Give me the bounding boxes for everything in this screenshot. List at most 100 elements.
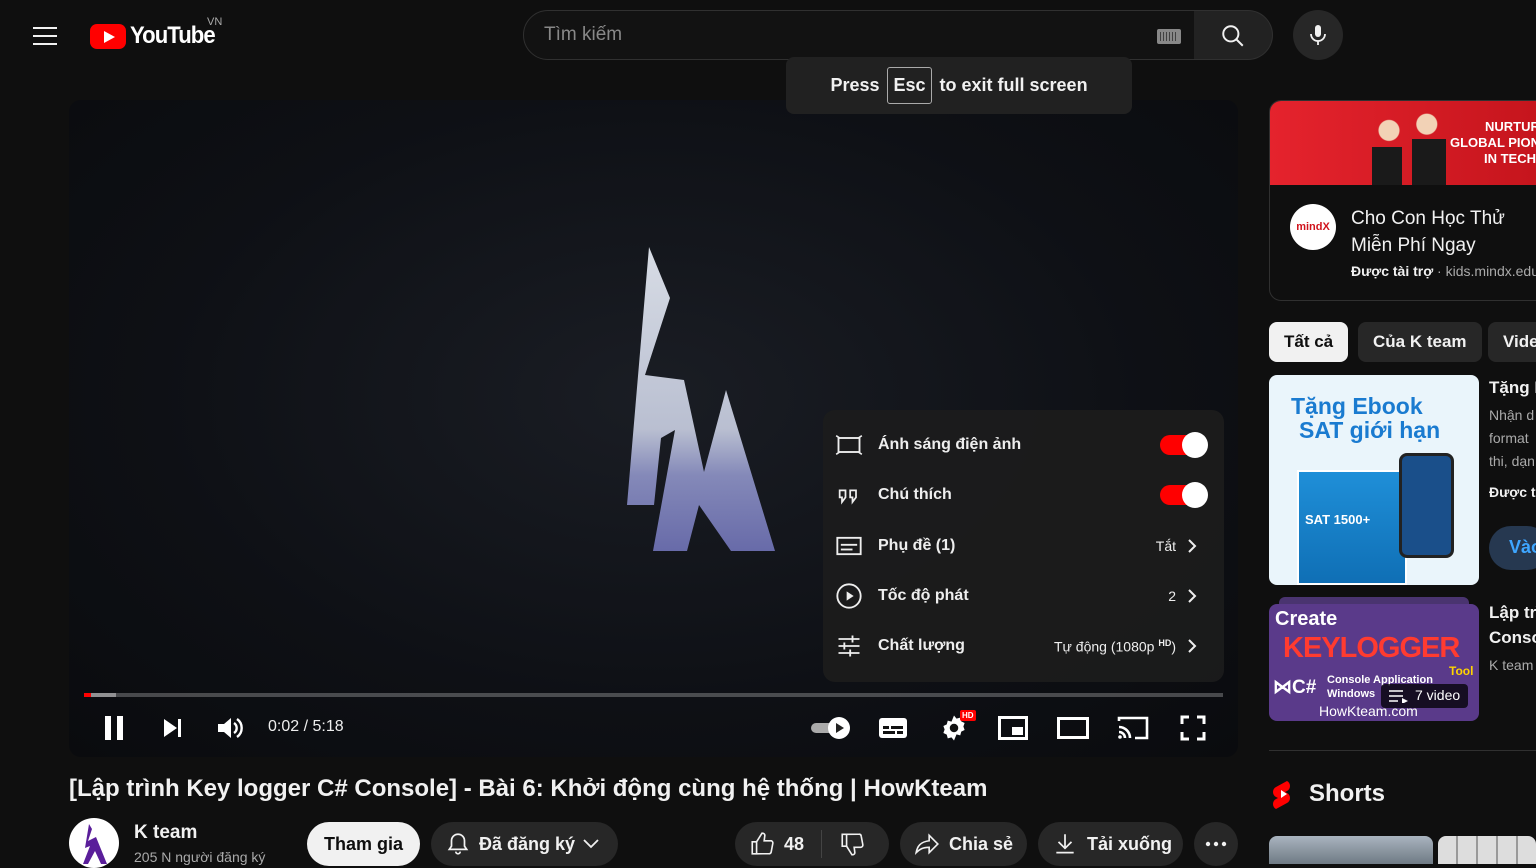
short-thumbnail-1[interactable] <box>1269 836 1433 864</box>
ambient-mode-icon <box>835 434 863 456</box>
shorts-icon <box>1273 781 1290 809</box>
theater-mode-icon <box>1057 717 1089 739</box>
rec1-cta-button[interactable]: Vào <box>1489 526 1536 570</box>
chip-video[interactable]: Video <box>1488 322 1536 362</box>
rec2-title-line1[interactable]: Lập trì <box>1489 603 1536 623</box>
playback-speed-label: Tốc độ phát <box>878 587 969 604</box>
quality-hd-superscript: HD <box>1158 637 1172 648</box>
voice-search-button[interactable] <box>1293 10 1343 60</box>
theater-mode-button[interactable] <box>1056 708 1090 748</box>
chip-from-channel[interactable]: Của K team <box>1358 322 1482 362</box>
thumb-book-image: SAT 1500+ <box>1297 470 1407 585</box>
rec1-title[interactable]: Tặng E <box>1489 378 1536 398</box>
fullscreen-icon <box>1180 715 1206 741</box>
share-label: Chia sẻ <box>949 833 1014 854</box>
settings-subtitles[interactable]: Phụ đề (1) Tắt <box>823 521 1224 571</box>
thumb-tool: Tool <box>1449 664 1474 678</box>
volume-button[interactable] <box>214 708 246 748</box>
rec1-desc-line2: format <box>1489 430 1529 446</box>
toast-suffix: to exit full screen <box>939 75 1088 95</box>
video-player[interactable]: Ánh sáng điện ảnh Chú thích Phụ đề (1) T… <box>69 100 1238 757</box>
settings-ambient-mode[interactable]: Ánh sáng điện ảnh <box>823 420 1224 470</box>
recommendation-thumbnail-keylogger[interactable]: Create KEYLOGGER Tool ⋈C# Console Applic… <box>1269 604 1479 721</box>
time-display: 0:02 / 5:18 <box>268 718 344 736</box>
share-icon <box>914 833 939 856</box>
ad-banner-line1: NURTURING <box>1485 119 1536 134</box>
cast-button[interactable] <box>1116 708 1150 748</box>
logo-text: YouTube <box>130 22 216 49</box>
current-time: 0:02 <box>268 718 300 735</box>
youtube-logo[interactable]: YouTube <box>90 22 222 50</box>
pause-button[interactable] <box>98 708 130 748</box>
progress-bar[interactable] <box>84 693 1223 697</box>
thumb-sat-line2: SAT giới hạn <box>1299 417 1441 443</box>
ad-banner-image: NURTURING GLOBAL PIONE IN TECH <box>1270 101 1536 185</box>
fullscreen-exit-button[interactable] <box>1176 708 1210 748</box>
search-button[interactable] <box>1194 10 1273 60</box>
ad-banner-people <box>1362 107 1452 185</box>
download-button[interactable]: Tải xuống <box>1038 822 1183 866</box>
menu-icon[interactable] <box>24 16 66 56</box>
thumbs-up-icon <box>751 832 774 855</box>
miniplayer-icon <box>998 716 1028 740</box>
channel-subscriber-count: 205 N người đăng ký <box>134 849 266 865</box>
volume-icon <box>218 718 243 738</box>
keyboard-icon[interactable] <box>1157 29 1181 44</box>
section-divider <box>1269 750 1536 751</box>
ad-banner-line2: GLOBAL PIONE <box>1450 135 1536 150</box>
subtitles-label: Phụ đề (1) <box>878 537 956 554</box>
channel-avatar[interactable] <box>69 818 119 868</box>
settings-button[interactable]: HD <box>936 708 976 748</box>
thumb-csharp-icon: ⋈C# <box>1273 677 1317 698</box>
annotations-label: Chú thích <box>878 486 952 503</box>
recommendation-thumbnail-sat[interactable]: Tặng Ebook SAT giới hạn SAT 1500+ <box>1269 375 1479 585</box>
dislike-button[interactable] <box>822 822 889 866</box>
country-code: VN <box>207 16 223 28</box>
miniplayer-button[interactable] <box>996 708 1030 748</box>
ambient-mode-toggle[interactable] <box>1160 432 1208 458</box>
annotations-toggle[interactable] <box>1160 482 1208 508</box>
settings-menu: Ánh sáng điện ảnh Chú thích Phụ đề (1) T… <box>823 410 1224 682</box>
settings-annotations[interactable]: Chú thích <box>823 470 1224 520</box>
next-button[interactable] <box>156 708 188 748</box>
thumb-phone-image <box>1399 453 1454 558</box>
playlist-icon <box>1389 690 1408 703</box>
short-thumbnail-2[interactable] <box>1438 836 1536 864</box>
join-button[interactable]: Tham gia <box>307 822 420 866</box>
channel-name[interactable]: K team <box>134 822 197 844</box>
progress-played <box>84 693 91 697</box>
youtube-play-icon <box>90 23 126 49</box>
chip-all[interactable]: Tất cả <box>1269 322 1349 362</box>
hd-badge: HD <box>960 710 976 721</box>
rec1-desc-line1: Nhận d <box>1489 407 1535 423</box>
quality-value-text: Tự động (1080p <box>1053 638 1155 655</box>
quality-value-close: ) <box>1171 638 1176 655</box>
like-button[interactable]: 48 <box>735 822 821 866</box>
settings-playback-speed[interactable]: Tốc độ phát 2 <box>823 571 1224 621</box>
settings-quality[interactable]: Chất lượng Tự động (1080p HD) <box>823 621 1224 671</box>
playlist-count-badge: 7 video <box>1381 684 1469 708</box>
more-actions-button[interactable] <box>1194 822 1238 866</box>
autoplay-toggle[interactable] <box>808 708 854 748</box>
microphone-icon <box>1310 25 1326 45</box>
subtitles-button[interactable] <box>876 708 910 748</box>
cast-icon <box>1117 716 1149 740</box>
thumb-book-title: SAT 1500+ <box>1305 512 1371 527</box>
rec2-title-line2[interactable]: Conso <box>1489 628 1536 648</box>
quality-sliders-icon <box>838 635 860 657</box>
kteam-avatar-logo <box>83 824 107 864</box>
masthead: YouTube VN <box>0 0 1536 72</box>
more-dots-icon <box>1205 841 1227 847</box>
video-title: [Lập trình Key logger C# Console] - Bài … <box>69 775 988 802</box>
share-button[interactable]: Chia sẻ <box>900 822 1027 866</box>
time-separator: / <box>299 718 313 735</box>
subscribed-button[interactable]: Đã đăng ký <box>431 822 618 866</box>
search-input[interactable] <box>544 24 1144 46</box>
sponsored-ad-card[interactable]: NURTURING GLOBAL PIONE IN TECH mindX Cho… <box>1269 100 1536 301</box>
toast-press: Press <box>830 75 880 95</box>
subtitles-value: Tắt <box>1155 538 1176 554</box>
autoplay-icon <box>811 717 850 739</box>
chevron-right-icon <box>1188 639 1197 653</box>
ad-brand-logo: mindX <box>1290 204 1336 250</box>
fullscreen-toast: Press Esc to exit full screen <box>786 57 1132 114</box>
